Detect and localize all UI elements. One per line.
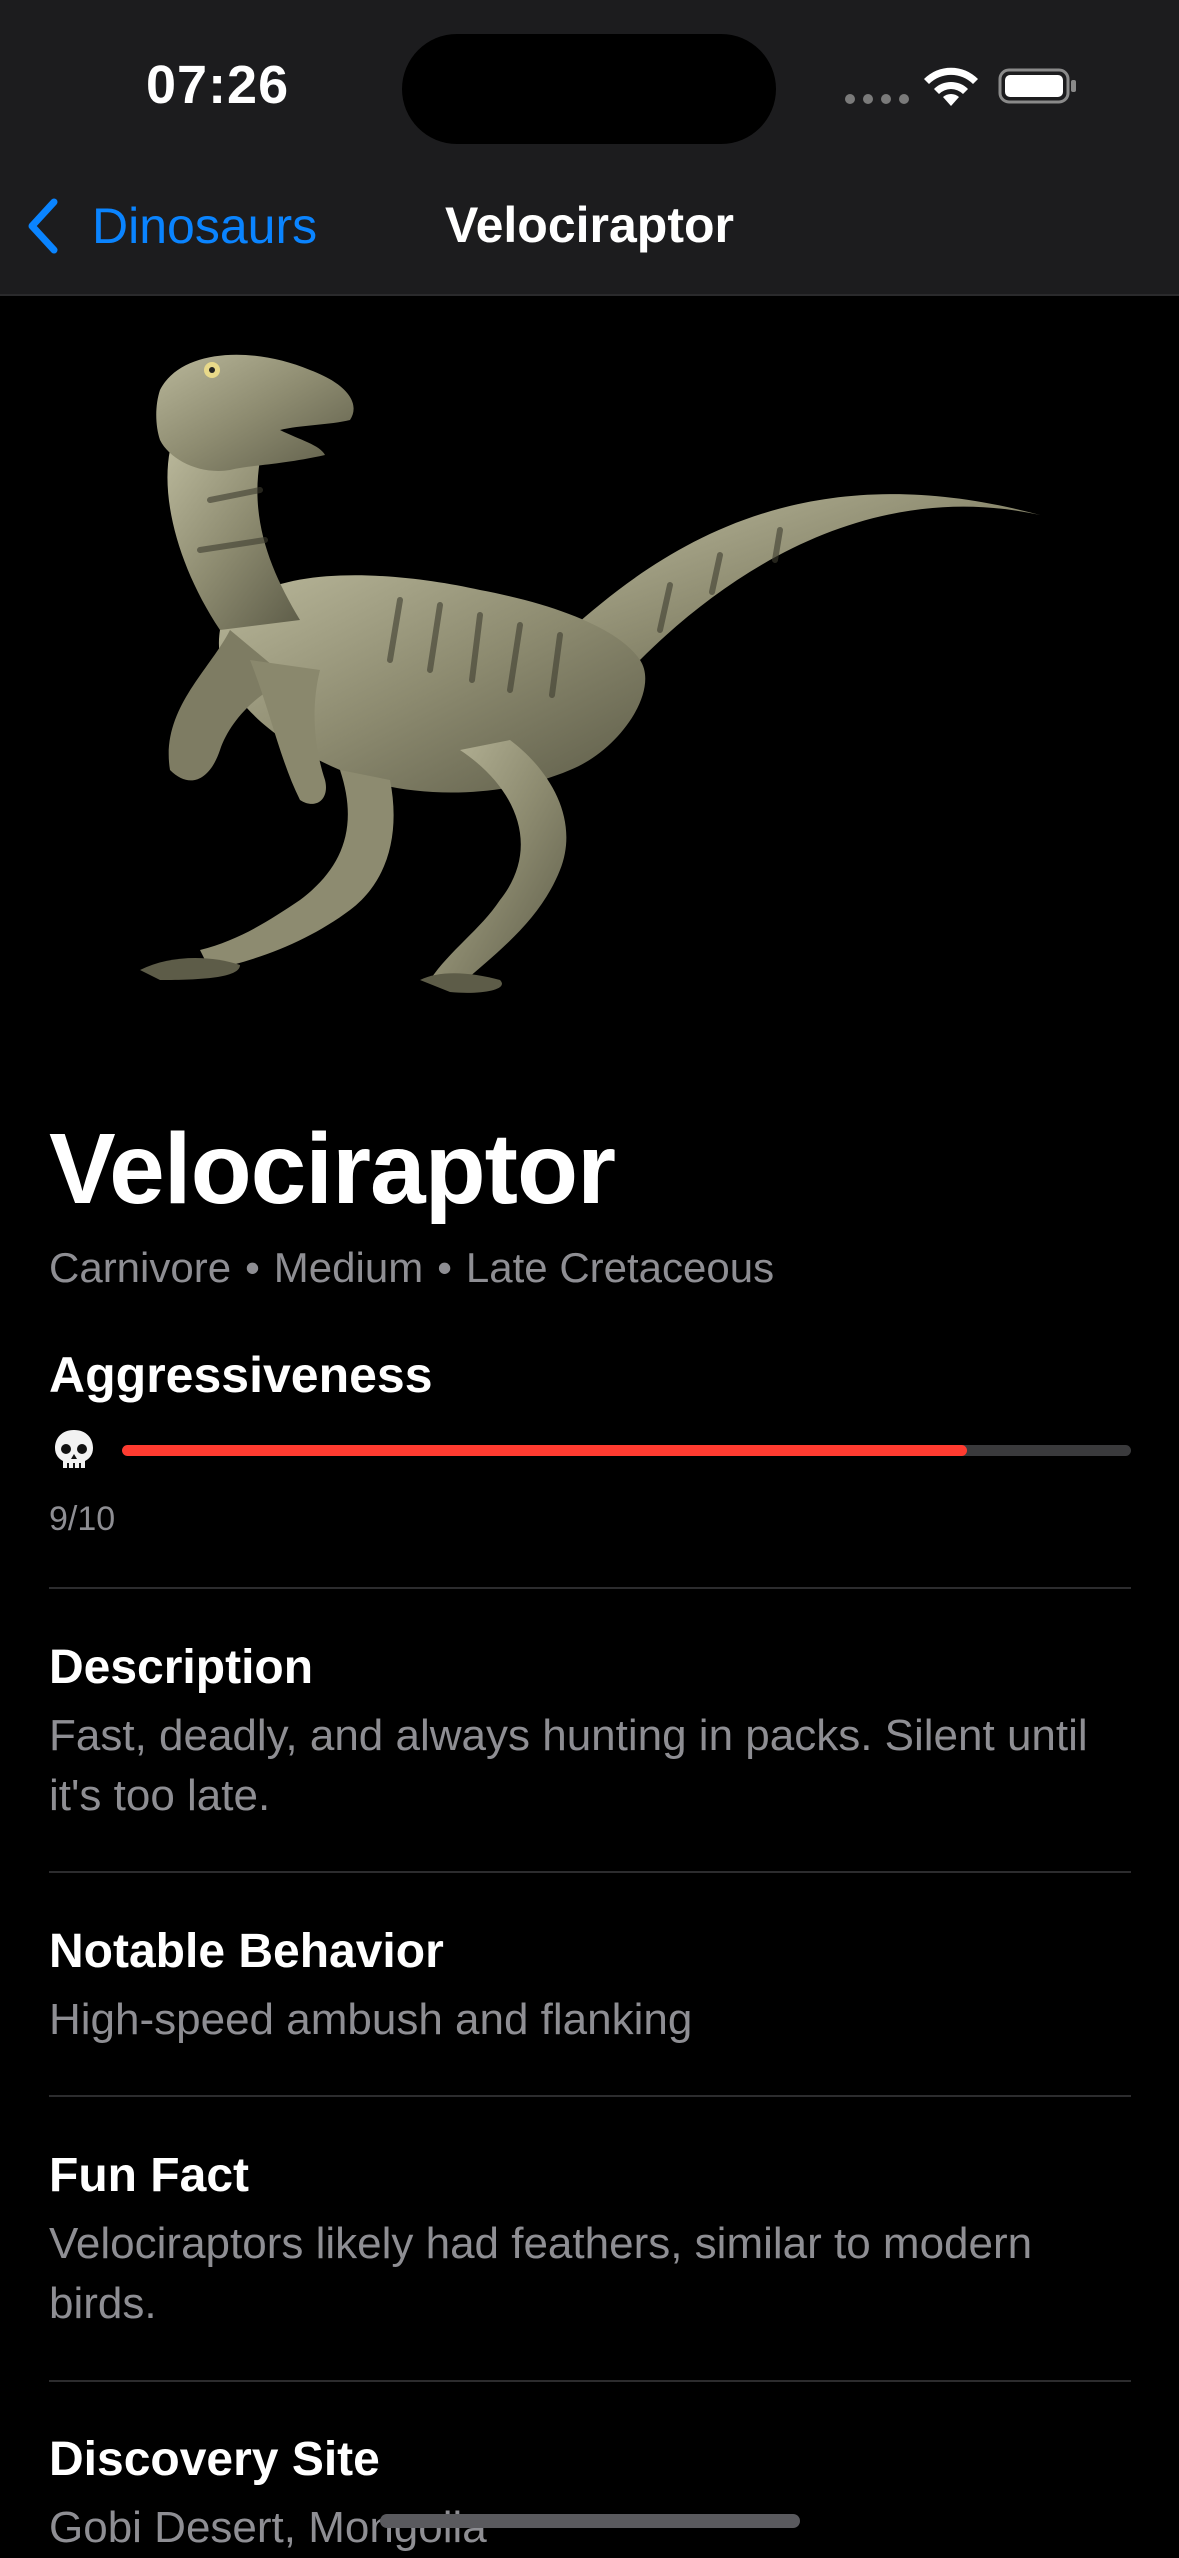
cellular-signal-icon bbox=[845, 94, 909, 104]
navigation-bar: 07:26 Dinosaurs Velociraptor bbox=[0, 0, 1179, 296]
dino-name-heading: Velociraptor bbox=[49, 1113, 616, 1225]
velociraptor-image bbox=[140, 354, 1040, 993]
period-label: Late Cretaceous bbox=[465, 1244, 775, 1291]
diet-label: Carnivore bbox=[49, 1244, 232, 1291]
dino-meta: Carnivore • Medium • Late Cretaceous bbox=[49, 1244, 774, 1292]
discovery-body: Gobi Desert, Mongolia bbox=[49, 2503, 487, 2552]
dynamic-island bbox=[402, 34, 776, 144]
behavior-body: High-speed ambush and flanking bbox=[49, 1995, 693, 2044]
description-title: Description bbox=[49, 1641, 314, 1694]
aggressiveness-score: 9/10 bbox=[49, 1500, 116, 1538]
divider bbox=[49, 2095, 1131, 2097]
wifi-icon bbox=[924, 67, 978, 106]
back-button-label: Dinosaurs bbox=[92, 198, 318, 254]
back-button[interactable]: Dinosaurs bbox=[24, 196, 317, 256]
fun-fact-body: Velociraptors likely had feathers, simil… bbox=[49, 2219, 1033, 2328]
description-body: Fast, deadly, and always hunting in pack… bbox=[49, 1711, 1088, 1820]
status-time: 07:26 bbox=[146, 55, 290, 115]
behavior-title: Notable Behavior bbox=[49, 1925, 444, 1978]
aggressiveness-label: Aggressiveness bbox=[49, 1347, 433, 1403]
divider bbox=[49, 1587, 1131, 1589]
divider bbox=[49, 2380, 1131, 2382]
divider bbox=[49, 1871, 1131, 1873]
size-label: Medium bbox=[273, 1244, 424, 1291]
separator: • bbox=[437, 1244, 452, 1291]
aggressiveness-bar-fill bbox=[122, 1445, 967, 1456]
skull-icon bbox=[55, 1430, 93, 1468]
aggressiveness-bar bbox=[122, 1445, 1131, 1456]
battery-icon bbox=[998, 68, 1076, 104]
separator: • bbox=[245, 1244, 260, 1291]
fun-fact-title: Fun Fact bbox=[49, 2149, 249, 2202]
home-indicator[interactable] bbox=[380, 2514, 800, 2528]
chevron-left-icon bbox=[28, 198, 58, 254]
discovery-title: Discovery Site bbox=[49, 2433, 380, 2486]
